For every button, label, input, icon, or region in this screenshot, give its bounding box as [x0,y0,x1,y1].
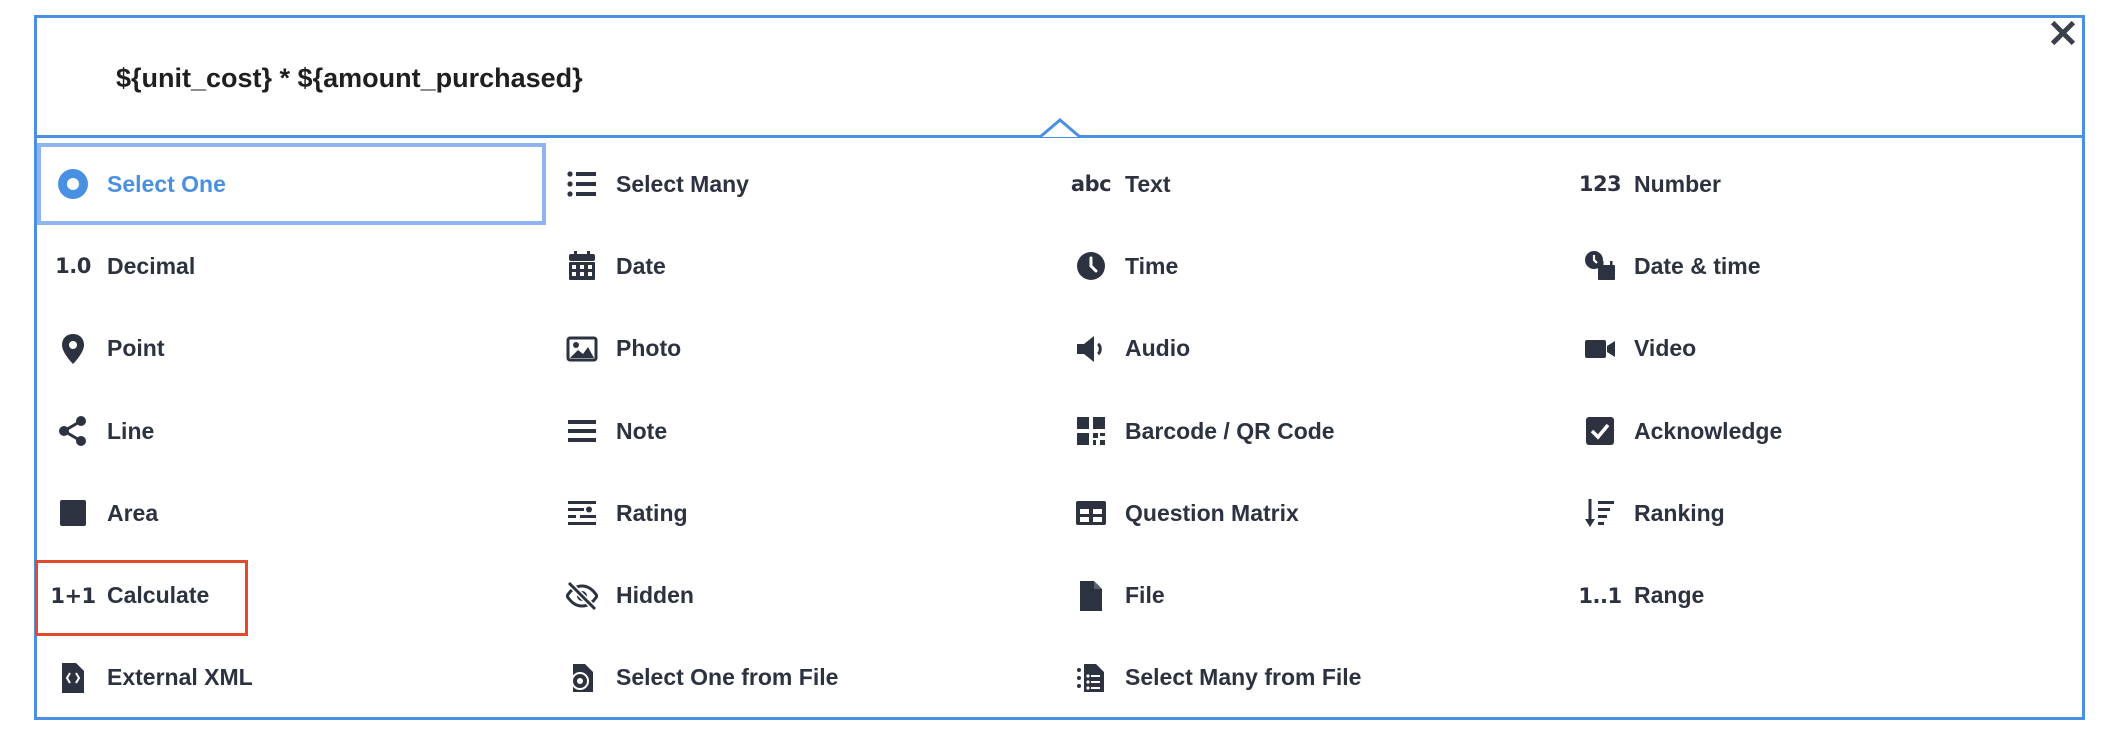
type-range[interactable]: 1..1 Range [1564,554,2073,636]
type-number[interactable]: 123 Number [1564,143,2073,225]
calculation-expression: ${unit_cost} * ${amount_purchased} [116,63,583,93]
radio-icon [53,164,93,204]
type-note[interactable]: Note [546,390,1055,472]
type-ranking[interactable]: Ranking [1564,472,2073,554]
image-icon [562,329,602,369]
speaker-icon [1071,329,1111,369]
share-icon [53,411,93,451]
type-acknowledge[interactable]: Acknowledge [1564,390,2073,472]
type-photo[interactable]: Photo [546,308,1055,390]
xml-file-icon [53,658,93,698]
clock-icon [1071,246,1111,286]
type-question-matrix[interactable]: Question Matrix [1055,472,1564,554]
range-icon: 1..1 [1578,583,1622,608]
type-video[interactable]: Video [1564,308,2073,390]
select-many-file-icon [1071,658,1111,698]
calendar-icon [562,246,602,286]
type-time[interactable]: Time [1055,225,1564,307]
type-audio[interactable]: Audio [1055,308,1564,390]
rating-icon [562,493,602,533]
lines-icon [562,411,602,451]
question-type-grid: Select One Select Many abc Text 123 Numb… [35,143,2082,719]
type-decimal[interactable]: 1.0 Decimal [37,225,546,307]
table-icon [1071,493,1111,533]
close-icon [2050,20,2076,46]
sort-icon [1580,493,1620,533]
file-icon [1071,576,1111,616]
list-icon [562,164,602,204]
type-area[interactable]: Area [37,472,546,554]
number-icon: 123 [1578,172,1622,197]
type-point[interactable]: Point [37,308,546,390]
eye-slash-icon [562,576,602,616]
type-file[interactable]: File [1055,554,1564,636]
type-select-one[interactable]: Select One [37,143,546,226]
type-select-many[interactable]: Select Many [546,143,1055,225]
datetime-icon [1580,246,1620,286]
calculate-icon: 1+1 [50,583,96,608]
type-date-time[interactable]: Date & time [1564,225,2073,307]
type-hidden[interactable]: Hidden [546,554,1055,636]
type-date[interactable]: Date [546,225,1055,307]
map-pin-icon [53,329,93,369]
type-select-one-from-file[interactable]: Select One from File [546,637,1055,719]
qr-code-icon [1071,411,1111,451]
type-barcode-qr[interactable]: Barcode / QR Code [1055,390,1564,472]
select-one-file-icon [562,658,602,698]
type-select-many-from-file[interactable]: Select Many from File [1055,637,1564,719]
decimal-icon: 1.0 [55,254,91,279]
type-calculate[interactable]: 1+1 Calculate [35,554,546,637]
type-rating[interactable]: Rating [546,472,1055,554]
type-line[interactable]: Line [37,390,546,472]
square-icon [53,493,93,533]
type-text[interactable]: abc Text [1055,143,1564,225]
caret-pointer [1040,118,1080,138]
video-camera-icon [1580,329,1620,369]
type-external-xml[interactable]: External XML [37,637,546,719]
checkbox-icon [1580,411,1620,451]
close-button[interactable] [2046,16,2080,50]
text-icon: abc [1070,172,1112,197]
